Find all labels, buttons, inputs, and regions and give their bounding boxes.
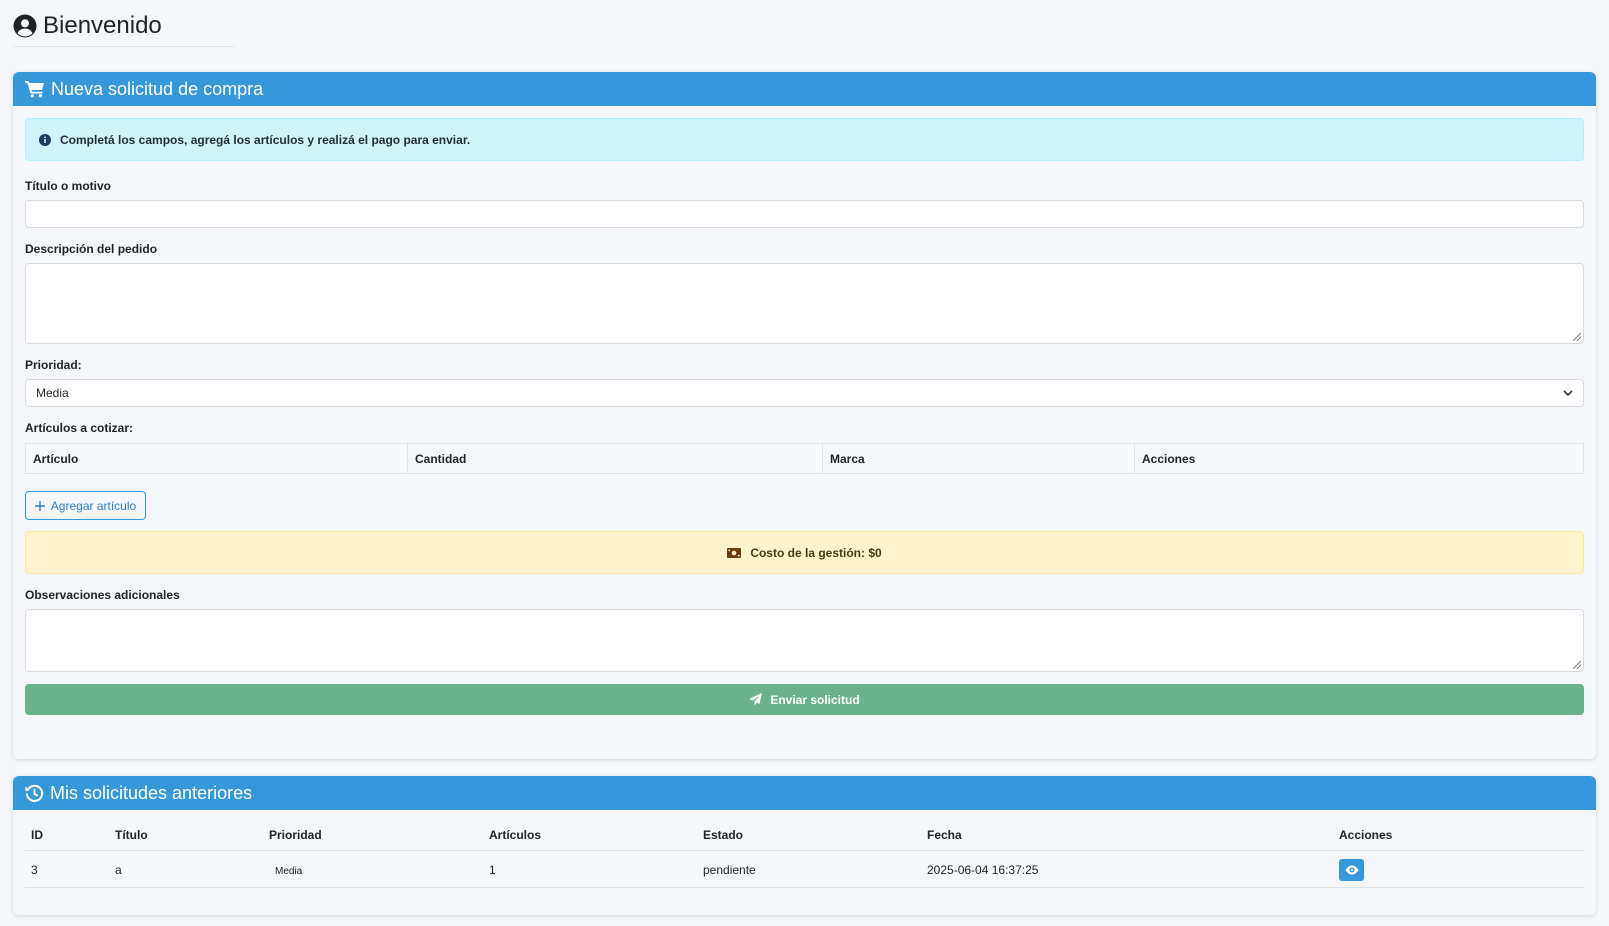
row-title: a (115, 862, 122, 877)
money-icon (727, 547, 742, 558)
cost-alert: Costo de la gestión: $0 (25, 531, 1584, 574)
chevron-down-icon (1563, 389, 1573, 396)
articles-table-header: Artículo Cantidad Marca Acciones (25, 443, 1584, 474)
info-alert: Completá los campos, agregá los artículo… (25, 118, 1584, 161)
row-articles: 1 (489, 862, 496, 877)
description-textarea[interactable] (25, 263, 1584, 344)
table-row: 3 a Media 1 pendiente 2025-06-04 16:37:2… (25, 852, 1584, 888)
history-card: Mis solicitudes anteriores ID Título Pri… (13, 776, 1596, 915)
priority-badge: Media (275, 865, 303, 877)
submit-label: Enviar solicitud (770, 692, 860, 707)
priority-select[interactable]: Media (25, 379, 1584, 407)
view-button[interactable] (1339, 858, 1364, 881)
resize-handle-icon[interactable] (1573, 661, 1581, 669)
page-header: Bienvenido (13, 12, 235, 47)
eye-icon (1345, 865, 1358, 874)
new-request-card: Nueva solicitud de compra Completá los c… (13, 72, 1596, 759)
new-request-title: Nueva solicitud de compra (51, 78, 264, 99)
new-request-header: Nueva solicitud de compra (13, 72, 1596, 106)
articles-label: Artículos a cotizar: (25, 421, 134, 435)
column-header: ID (31, 828, 43, 842)
row-id: 3 (31, 862, 38, 877)
column-header: Acciones (1339, 828, 1393, 842)
title-label: Título o motivo (25, 179, 111, 193)
submit-button[interactable]: Enviar solicitud (25, 684, 1584, 715)
priority-label: Prioridad: (25, 358, 82, 372)
history-header: Mis solicitudes anteriores (13, 776, 1596, 810)
column-header: Estado (703, 828, 744, 842)
column-header: Artículo (26, 444, 408, 473)
plus-icon (34, 500, 45, 511)
row-date: 2025-06-04 16:37:25 (927, 862, 1039, 877)
column-header: Marca (823, 444, 1135, 473)
paper-plane-icon (749, 693, 763, 706)
title-input[interactable] (25, 200, 1584, 228)
description-label: Descripción del pedido (25, 242, 158, 256)
page-title: Bienvenido (43, 12, 162, 39)
column-header: Artículos (489, 828, 542, 842)
info-circle-icon (39, 133, 51, 146)
add-article-label: Agregar artículo (50, 498, 137, 513)
history-title: Mis solicitudes anteriores (50, 782, 253, 803)
observations-textarea[interactable] (25, 609, 1584, 672)
column-header: Acciones (1142, 451, 1196, 466)
column-header: Prioridad (269, 828, 322, 842)
user-circle-icon (13, 14, 37, 38)
history-table-header: ID Título Prioridad Artículos Estado Fec… (25, 820, 1584, 851)
priority-value: Media (36, 386, 69, 400)
row-status: pendiente (703, 862, 756, 877)
info-text: Completá los campos, agregá los artículo… (60, 132, 471, 147)
cart-icon (25, 81, 44, 98)
column-header: Fecha (927, 828, 962, 842)
history-icon (25, 784, 44, 802)
add-article-button[interactable]: Agregar artículo (25, 491, 146, 520)
column-header: Cantidad (408, 444, 823, 473)
column-header: Título (115, 828, 148, 842)
cost-text: Costo de la gestión: $0 (750, 545, 882, 560)
observations-label: Observaciones adicionales (25, 588, 180, 602)
resize-handle-icon[interactable] (1573, 333, 1581, 341)
